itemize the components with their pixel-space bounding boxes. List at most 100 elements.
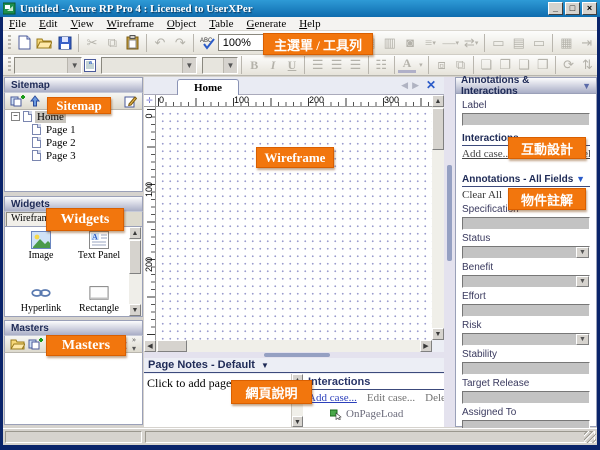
copy-button[interactable]: ⧉ bbox=[102, 33, 122, 53]
tab-home-page[interactable]: Home bbox=[177, 79, 239, 95]
menu-help[interactable]: Help bbox=[299, 18, 320, 30]
all-fields-section-title[interactable]: Annotations - All Fields ▼ bbox=[462, 174, 590, 187]
splitter-grip[interactable] bbox=[264, 353, 330, 357]
line-style-dropdown[interactable]: ―▾ bbox=[441, 33, 461, 53]
scroll-right-icon[interactable]: ▶ bbox=[420, 340, 432, 352]
splitter-grip[interactable] bbox=[447, 165, 452, 261]
toolbar-overflow-icon[interactable]: »▾ bbox=[129, 337, 139, 352]
tab-scroll-left-icon[interactable]: ◀ bbox=[401, 80, 408, 91]
scroll-thumb[interactable] bbox=[157, 340, 187, 352]
widgets-scrollbar[interactable]: ▲ ▼ bbox=[129, 227, 142, 316]
tree-item-page3[interactable]: Page 3 bbox=[5, 149, 142, 162]
edit-case-link[interactable]: Edit case... bbox=[367, 392, 415, 404]
notes-dropdown-icon[interactable]: ▼ bbox=[261, 361, 269, 370]
bring-forward-button[interactable]: ❑ bbox=[515, 55, 534, 75]
arrow-style-dropdown[interactable]: ⇄▾ bbox=[461, 33, 481, 53]
canvas-vertical-scrollbar[interactable]: ▲ ▼ bbox=[432, 95, 444, 340]
widget-rectangle[interactable]: Rectangle bbox=[71, 284, 127, 314]
panel-splitter[interactable] bbox=[444, 77, 455, 427]
annotations-panel-header[interactable]: Annotations & Interactions ▼ bbox=[456, 78, 596, 94]
specification-field[interactable] bbox=[462, 217, 590, 230]
scroll-thumb[interactable] bbox=[129, 240, 141, 274]
menu-table[interactable]: Table bbox=[209, 18, 233, 30]
table-insert-button[interactable]: ▦ bbox=[556, 33, 576, 53]
group-button[interactable]: ⧈ bbox=[432, 55, 451, 75]
line-weight-dropdown[interactable]: ≡▾ bbox=[420, 33, 440, 53]
status-select[interactable]: ▼ bbox=[462, 246, 590, 259]
save-button[interactable] bbox=[55, 33, 75, 53]
fields-dropdown-icon[interactable]: ▼ bbox=[576, 174, 585, 184]
scroll-down-icon[interactable]: ▼ bbox=[432, 328, 444, 340]
bullet-list-button[interactable]: ☷ bbox=[372, 55, 391, 75]
minimize-button[interactable]: _ bbox=[548, 2, 563, 15]
toolbar-grip2[interactable] bbox=[8, 57, 11, 73]
menu-wireframe[interactable]: Wireframe bbox=[107, 18, 154, 30]
underline-button[interactable]: U bbox=[283, 55, 302, 75]
fill-color-button[interactable]: ◙ bbox=[400, 33, 420, 53]
font-color-button[interactable]: A bbox=[398, 57, 417, 73]
collapse-icon[interactable]: − bbox=[11, 112, 20, 121]
close-button[interactable]: × bbox=[582, 2, 597, 15]
widget-hyperlink[interactable]: Hyperlink bbox=[13, 284, 69, 314]
align-left-button[interactable]: ☰ bbox=[308, 55, 327, 75]
align-top-button[interactable]: ▭ bbox=[488, 33, 508, 53]
style-combo[interactable]: ▼ bbox=[14, 57, 82, 74]
page-notes-header[interactable]: Page Notes - Default ▼ bbox=[144, 358, 444, 373]
align-middle-button[interactable]: ▤ bbox=[509, 33, 529, 53]
risk-select[interactable]: ▼ bbox=[462, 333, 590, 346]
maximize-button[interactable]: □ bbox=[565, 2, 580, 15]
target-release-field[interactable] bbox=[462, 391, 590, 404]
menu-edit[interactable]: Edit bbox=[39, 18, 57, 30]
widget-text-panel[interactable]: A Text Panel bbox=[71, 231, 127, 261]
rotate-button[interactable]: ⟳ bbox=[559, 55, 578, 75]
wireframe-canvas[interactable] bbox=[156, 107, 432, 340]
add-case-link[interactable]: Add case... bbox=[308, 392, 357, 404]
open-master-folder-icon[interactable] bbox=[8, 337, 26, 352]
scroll-thumb[interactable] bbox=[432, 108, 444, 150]
toolbar-grip[interactable] bbox=[8, 35, 11, 51]
send-backward-button[interactable]: ❒ bbox=[533, 55, 552, 75]
bring-to-front-button[interactable]: ❏ bbox=[477, 55, 496, 75]
onpageload-event[interactable]: OnPageLoad bbox=[306, 404, 444, 420]
font-size-combo[interactable]: ▼ bbox=[202, 57, 238, 74]
scroll-left-icon[interactable]: ◀ bbox=[144, 340, 156, 352]
ungroup-button[interactable]: ⧉ bbox=[451, 55, 470, 75]
align-bottom-button[interactable]: ▭ bbox=[529, 33, 549, 53]
undo-button[interactable]: ↶ bbox=[150, 33, 170, 53]
stability-field[interactable] bbox=[462, 362, 590, 375]
redo-button[interactable]: ↷ bbox=[170, 33, 190, 53]
chevron-down-icon[interactable]: ▼ bbox=[576, 276, 589, 287]
add-page-icon[interactable] bbox=[8, 94, 26, 109]
spellcheck-button[interactable]: ABC bbox=[197, 33, 217, 53]
open-file-button[interactable] bbox=[34, 33, 54, 53]
panel-dropdown-icon[interactable]: ▼ bbox=[582, 81, 591, 91]
align-right-button[interactable]: ☰ bbox=[346, 55, 365, 75]
menu-object[interactable]: Object bbox=[167, 18, 196, 30]
italic-button[interactable]: I bbox=[264, 55, 283, 75]
scroll-up-icon[interactable]: ▲ bbox=[432, 95, 444, 107]
font-combo[interactable]: ▼ bbox=[101, 57, 196, 74]
move-page-up-icon[interactable] bbox=[26, 94, 44, 109]
table-delete-button[interactable]: ⇥ bbox=[577, 33, 597, 53]
edit-page-icon[interactable] bbox=[121, 94, 139, 109]
tree-item-page2[interactable]: Page 2 bbox=[5, 136, 142, 149]
font-color-dropdown[interactable]: ▾ bbox=[416, 55, 425, 75]
menu-file[interactable]: File bbox=[9, 18, 26, 30]
resize-grip[interactable] bbox=[584, 431, 596, 443]
canvas-horizontal-scrollbar[interactable]: ◀ ▶ bbox=[144, 340, 432, 352]
scroll-up-icon[interactable]: ▲ bbox=[129, 227, 141, 239]
chevron-down-icon[interactable]: ▼ bbox=[576, 334, 589, 345]
widget-image[interactable]: Image bbox=[13, 231, 69, 261]
scroll-down-icon[interactable]: ▼ bbox=[292, 416, 303, 427]
tab-scroll-right-icon[interactable]: ▶ bbox=[412, 80, 419, 91]
label-field[interactable] bbox=[462, 113, 590, 126]
zoom-level-value[interactable]: 100% bbox=[218, 34, 269, 51]
cut-button[interactable]: ✂ bbox=[82, 33, 102, 53]
chevron-down-icon[interactable]: ▼ bbox=[576, 247, 589, 258]
scroll-down-icon[interactable]: ▼ bbox=[129, 304, 141, 316]
distribute-button[interactable]: ⇅ bbox=[578, 55, 597, 75]
benefit-select[interactable]: ▼ bbox=[462, 275, 590, 288]
menu-view[interactable]: View bbox=[70, 18, 93, 30]
style-editor-button[interactable]: a bbox=[82, 55, 97, 75]
effort-field[interactable] bbox=[462, 304, 590, 317]
